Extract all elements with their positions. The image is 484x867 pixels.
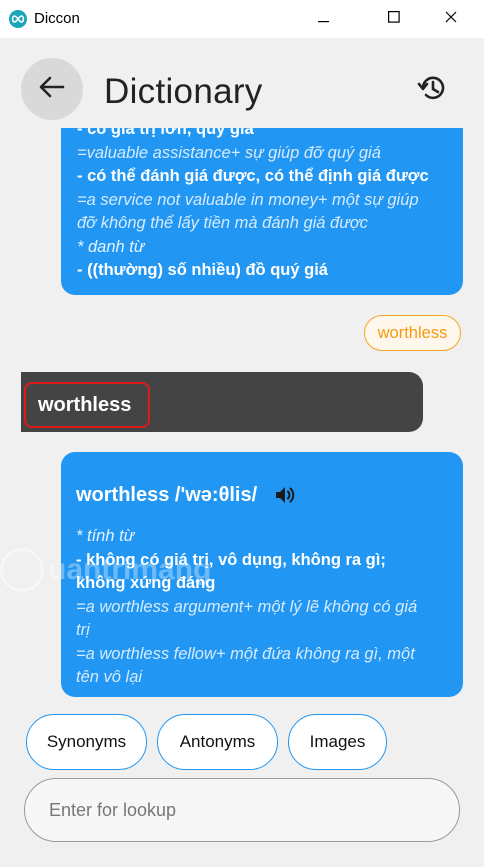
user-message-text: worthless — [38, 393, 132, 416]
definition-line: =a worthless fellow+ một đứa không ra gì… — [76, 644, 415, 663]
lightbulb-icon — [0, 548, 44, 592]
suggestion-chips: Synonyms Antonyms Images — [0, 714, 484, 772]
antonyms-chip[interactable]: Antonyms — [157, 714, 278, 770]
back-button[interactable] — [21, 58, 83, 120]
maximize-icon — [388, 10, 400, 28]
window-title: Diccon — [34, 10, 80, 27]
close-button[interactable] — [428, 0, 474, 38]
speaker-icon[interactable] — [275, 483, 299, 507]
synonyms-chip[interactable]: Synonyms — [26, 714, 147, 770]
page-title: Dictionary — [104, 72, 263, 111]
app-header: Dictionary — [0, 38, 484, 138]
history-button[interactable] — [412, 70, 452, 110]
definition-line: =a service not valuable in money+ một sự… — [77, 190, 419, 209]
definition-line: - có giá trị lớn, quý giá — [77, 128, 254, 138]
definition-line: * danh từ — [77, 237, 145, 256]
infinity-icon — [9, 10, 27, 28]
definition-line: - có thể đánh giá được, có thể định giá … — [77, 167, 429, 185]
minimize-button[interactable] — [301, 0, 347, 38]
close-icon — [445, 10, 457, 28]
watermark-text: uantrimang — [48, 553, 212, 586]
lookup-input[interactable] — [24, 778, 460, 842]
definition-line: =a worthless argument+ một lý lẽ không c… — [76, 597, 418, 616]
history-icon — [417, 73, 447, 108]
previous-definition-bubble: - có giá trị lớn, quý giá =valuable assis… — [61, 128, 463, 295]
maximize-button[interactable] — [371, 0, 417, 38]
definition-line: =valuable assistance+ sự giúp đỡ quý giá — [77, 143, 381, 162]
window-title-bar: Diccon — [0, 0, 484, 38]
definition-line: tên vô lại — [76, 668, 143, 686]
arrow-left-icon — [39, 76, 65, 103]
definition-line: * tính từ — [76, 527, 135, 545]
highlighted-word-box: worthless — [24, 382, 151, 428]
definition-line: trị — [76, 621, 90, 639]
definition-line: đỡ không thể lấy tiền mà đánh giá được — [77, 214, 368, 232]
definition-line: - ((thường) số nhiều) đồ quý giá — [77, 261, 328, 279]
headword: worthless /'wə:θlis/ — [76, 483, 258, 506]
query-chip[interactable]: worthless — [364, 315, 461, 351]
images-chip[interactable]: Images — [288, 714, 387, 770]
watermark: uantrimang — [0, 548, 211, 592]
user-message-bubble: worthless — [21, 372, 423, 432]
minimize-icon — [318, 10, 330, 28]
headword-row: worthless /'wə:θlis/ — [76, 480, 463, 510]
chat-area[interactable]: - có giá trị lớn, quý giá =valuable assis… — [0, 128, 484, 700]
